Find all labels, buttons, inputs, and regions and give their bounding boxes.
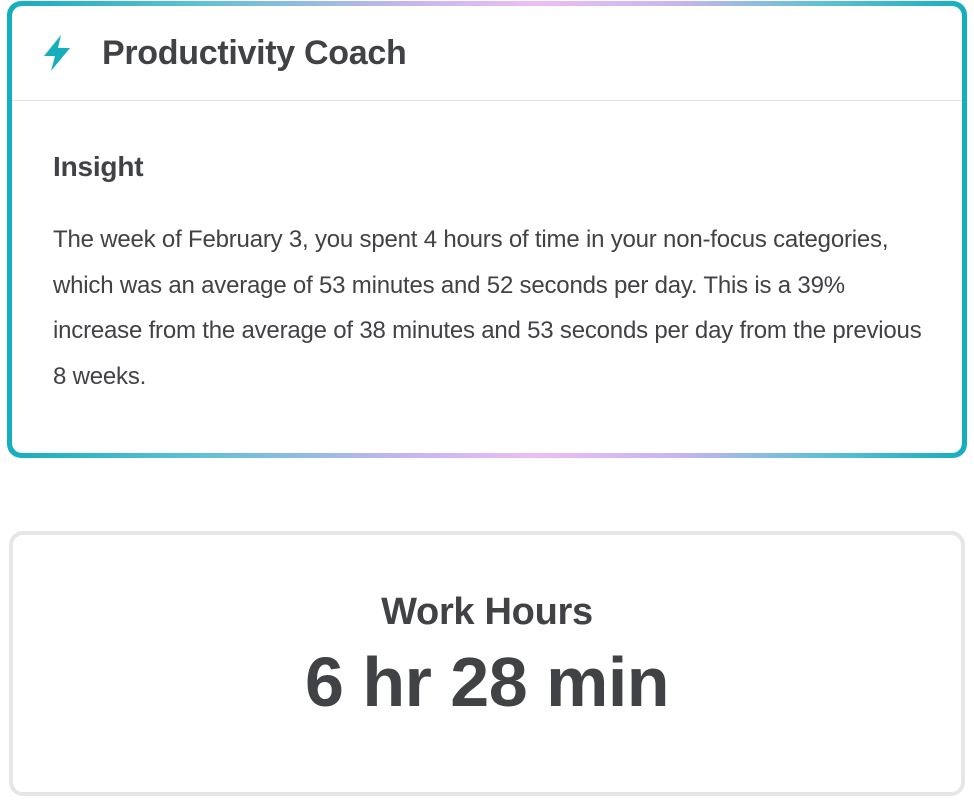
insight-heading: Insight <box>53 151 144 182</box>
productivity-coach-card: Productivity Coach Insight The week of F… <box>7 1 967 458</box>
coach-title: Productivity Coach <box>102 33 407 72</box>
productivity-coach-panel: Productivity Coach Insight The week of F… <box>12 6 962 453</box>
lightning-bolt-icon <box>37 33 77 73</box>
work-hours-label: Work Hours <box>381 591 593 633</box>
coach-header: Productivity Coach <box>12 6 962 101</box>
insight-text: The week of February 3, you spent 4 hour… <box>53 226 922 390</box>
coach-body: Insight The week of February 3, you spen… <box>12 101 962 399</box>
work-hours-value: 6 hr 28 min <box>304 643 670 721</box>
work-hours-card: Work Hours 6 hr 28 min <box>9 531 965 796</box>
